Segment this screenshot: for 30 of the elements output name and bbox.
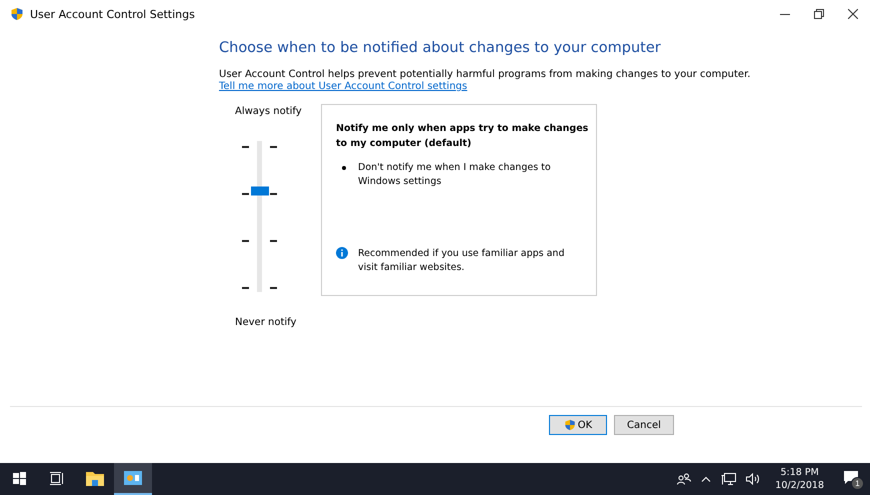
description-text: User Account Control helps prevent potentially harmful programs from making changes to your computer. <box>219 69 752 80</box>
shield-icon <box>10 7 24 21</box>
network-icon[interactable] <box>721 473 736 485</box>
task-view-icon <box>50 472 64 484</box>
chevron-up-icon[interactable] <box>701 476 712 482</box>
recommendation-text: Recommended if you use familiar apps and visit familiar websites. <box>358 247 566 275</box>
windows-icon <box>12 472 26 484</box>
clock-time[interactable]: 5:18 PM <box>780 466 819 479</box>
ok-button[interactable]: OK <box>549 415 607 435</box>
action-center-button[interactable]: 1 <box>842 468 864 490</box>
bullet-icon <box>342 166 346 170</box>
slider-thumb[interactable] <box>251 186 269 196</box>
cancel-button[interactable]: Cancel <box>614 415 674 435</box>
slider-top-label: Always notify <box>235 106 303 117</box>
bullet-text: Don't notify me when I make changes to Windows settings <box>358 161 552 189</box>
notification-badge: 1 <box>851 476 864 490</box>
clock-date[interactable]: 10/2/2018 <box>775 479 824 492</box>
window-title: User Account Control Settings <box>30 8 195 20</box>
help-link[interactable]: Tell me more about User Account Control settings <box>219 81 468 92</box>
close-icon[interactable] <box>848 9 858 19</box>
slider-bottom-label: Never notify <box>235 317 298 328</box>
restore-icon[interactable] <box>814 9 824 19</box>
info-icon <box>336 247 348 259</box>
page-heading: Choose when to be notified about changes to your computer <box>219 40 662 56</box>
volume-icon[interactable] <box>746 473 762 485</box>
control-panel-icon <box>124 471 142 485</box>
level-title: Notify me only when apps try to make changes to my computer (default) <box>336 122 590 151</box>
people-icon <box>677 473 692 485</box>
shield-icon <box>564 419 576 431</box>
folder-icon <box>86 470 104 486</box>
